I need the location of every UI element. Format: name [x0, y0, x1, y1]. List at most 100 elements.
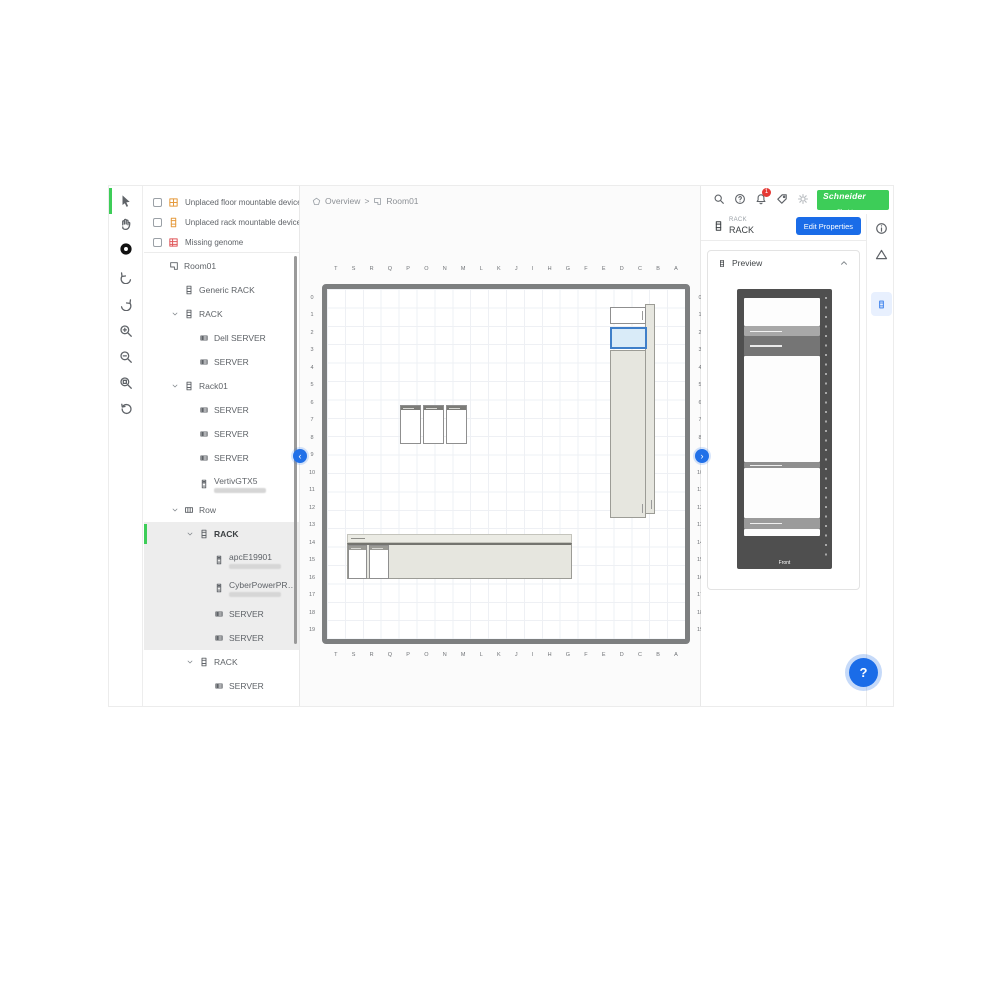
- notification-badge: 1: [762, 188, 771, 197]
- rack-slot-empty: [744, 298, 820, 326]
- tree-item-label: Room01: [184, 261, 216, 271]
- rack-preview-image: Front: [737, 289, 832, 569]
- left-panel-collapse-handle[interactable]: ‹: [293, 449, 307, 463]
- tree-item-row01[interactable]: Row01: [144, 698, 299, 706]
- column-label: O: [424, 652, 428, 660]
- chevron-down-icon[interactable]: [171, 310, 179, 318]
- device-tree-panel: Unplaced floor mountable devicesUnplaced…: [144, 186, 299, 706]
- rack-icon: [184, 381, 194, 391]
- row-label: 8: [306, 435, 318, 441]
- history-button[interactable]: [119, 402, 133, 416]
- column-label: F: [584, 652, 587, 660]
- tree-item-label: SERVER: [229, 633, 264, 643]
- ups-icon: [214, 555, 224, 565]
- row-label: 18: [306, 610, 318, 616]
- rack-slot-empty: [744, 356, 820, 462]
- row-label: 2: [306, 330, 318, 336]
- column-label: G: [566, 266, 570, 274]
- zoom-out-button[interactable]: [119, 350, 133, 364]
- column-label: A: [674, 652, 678, 660]
- tree-item-server[interactable]: SERVER: [144, 626, 299, 650]
- help-icon[interactable]: [734, 193, 746, 205]
- chevron-down-icon[interactable]: [171, 382, 179, 390]
- row-label: 19: [306, 627, 318, 633]
- placement-tool[interactable]: [119, 242, 133, 256]
- floorplan-canvas[interactable]: Overview > Room01 TSRQPONMLKJIHGFEDCBA T…: [299, 186, 701, 707]
- column-label: S: [352, 652, 356, 660]
- row-label: 17: [306, 592, 318, 598]
- tree-item-generic-rack[interactable]: Generic RACK: [144, 278, 299, 302]
- tree-item-cyberpowerpr2200r[interactable]: CyberPowerPR2200R...: [144, 574, 299, 602]
- tree-item-rack[interactable]: RACK: [144, 302, 299, 326]
- canvas-rack-cluster-3[interactable]: [446, 405, 467, 444]
- pan-tool[interactable]: [119, 217, 133, 231]
- chevron-down-icon[interactable]: [186, 530, 194, 538]
- rack-slot-empty: [744, 468, 820, 518]
- gear-icon[interactable]: [797, 193, 809, 205]
- tree-item-label: RACK: [199, 309, 223, 319]
- row-label: 5: [306, 382, 318, 388]
- chevron-down-icon[interactable]: [186, 658, 194, 666]
- redo-button[interactable]: [119, 297, 133, 311]
- collapse-chevron-icon[interactable]: [839, 258, 849, 268]
- canvas-rack-b[interactable]: [369, 545, 389, 579]
- left-toolbar: [109, 186, 143, 706]
- breadcrumb-room[interactable]: Room01: [386, 196, 418, 206]
- column-label: H: [548, 652, 552, 660]
- bell-icon[interactable]: 1: [755, 193, 767, 205]
- alarm-triangle-icon[interactable]: [875, 248, 888, 261]
- canvas-rack-selected[interactable]: [610, 327, 647, 349]
- tree-item-rack[interactable]: RACK: [144, 522, 299, 546]
- tree-item-vertivgtx5[interactable]: VertivGTX5: [144, 470, 299, 498]
- tree-item-label: CyberPowerPR2200R...: [229, 580, 299, 590]
- tree-item-server[interactable]: SERVER: [144, 398, 299, 422]
- filter-checkbox[interactable]: [153, 218, 162, 227]
- undo-button[interactable]: [119, 270, 133, 284]
- canvas-rack-cluster-1[interactable]: [400, 405, 421, 444]
- breadcrumb-overview[interactable]: Overview: [325, 196, 360, 206]
- right-panel-collapse-handle[interactable]: ›: [695, 449, 709, 463]
- tree-item-server[interactable]: SERVER: [144, 422, 299, 446]
- tag-icon[interactable]: [776, 193, 788, 205]
- row-label: 15: [306, 557, 318, 563]
- select-tool[interactable]: [119, 194, 133, 208]
- column-label: K: [497, 266, 501, 274]
- tree-item-apce19901[interactable]: apcE19901: [144, 546, 299, 574]
- breadcrumb: Overview > Room01: [312, 196, 419, 206]
- tree-item-dell-server[interactable]: Dell SERVER: [144, 326, 299, 350]
- edit-properties-button[interactable]: Edit Properties: [796, 217, 861, 235]
- canvas-rack-top[interactable]: [610, 307, 646, 324]
- server-icon: [199, 453, 209, 463]
- tree-item-server[interactable]: SERVER: [144, 446, 299, 470]
- tree-item-server[interactable]: SERVER: [144, 674, 299, 698]
- column-label: R: [370, 266, 374, 274]
- tree-item-server[interactable]: SERVER: [144, 602, 299, 626]
- column-label: L: [480, 266, 483, 274]
- info-icon[interactable]: [875, 222, 888, 235]
- tree-item-rack01[interactable]: Rack01: [144, 374, 299, 398]
- rack-icon: [184, 309, 194, 319]
- rack-tab-icon[interactable]: [871, 292, 892, 316]
- ups-icon: [214, 583, 224, 593]
- zoom-fit-button[interactable]: [119, 376, 133, 390]
- canvas-rack-a[interactable]: [348, 545, 367, 579]
- brand-logo[interactable]: Schneider Electric: [817, 190, 889, 210]
- row-label: 12: [306, 505, 318, 511]
- canvas-row-label-strip[interactable]: [347, 534, 572, 543]
- tree-item-label: RACK: [214, 529, 239, 539]
- tree-item-rack[interactable]: RACK: [144, 650, 299, 674]
- zoom-in-button[interactable]: [119, 324, 133, 338]
- filter-label: Unplaced floor mountable devices: [185, 198, 299, 207]
- tree-item-server[interactable]: SERVER: [144, 350, 299, 374]
- tree-item-row[interactable]: Row: [144, 498, 299, 522]
- filter-checkbox[interactable]: [153, 238, 162, 247]
- chevron-down-icon[interactable]: [171, 506, 179, 514]
- tree-item-label: Row01: [199, 705, 225, 706]
- help-fab-button[interactable]: ?: [849, 658, 878, 687]
- tree-item-room01[interactable]: Room01: [144, 254, 299, 278]
- filter-checkbox[interactable]: [153, 198, 162, 207]
- search-icon[interactable]: [713, 193, 725, 205]
- column-label: A: [674, 266, 678, 274]
- canvas-rack-cluster-2[interactable]: [423, 405, 444, 444]
- canvas-rack-tall[interactable]: [610, 350, 646, 518]
